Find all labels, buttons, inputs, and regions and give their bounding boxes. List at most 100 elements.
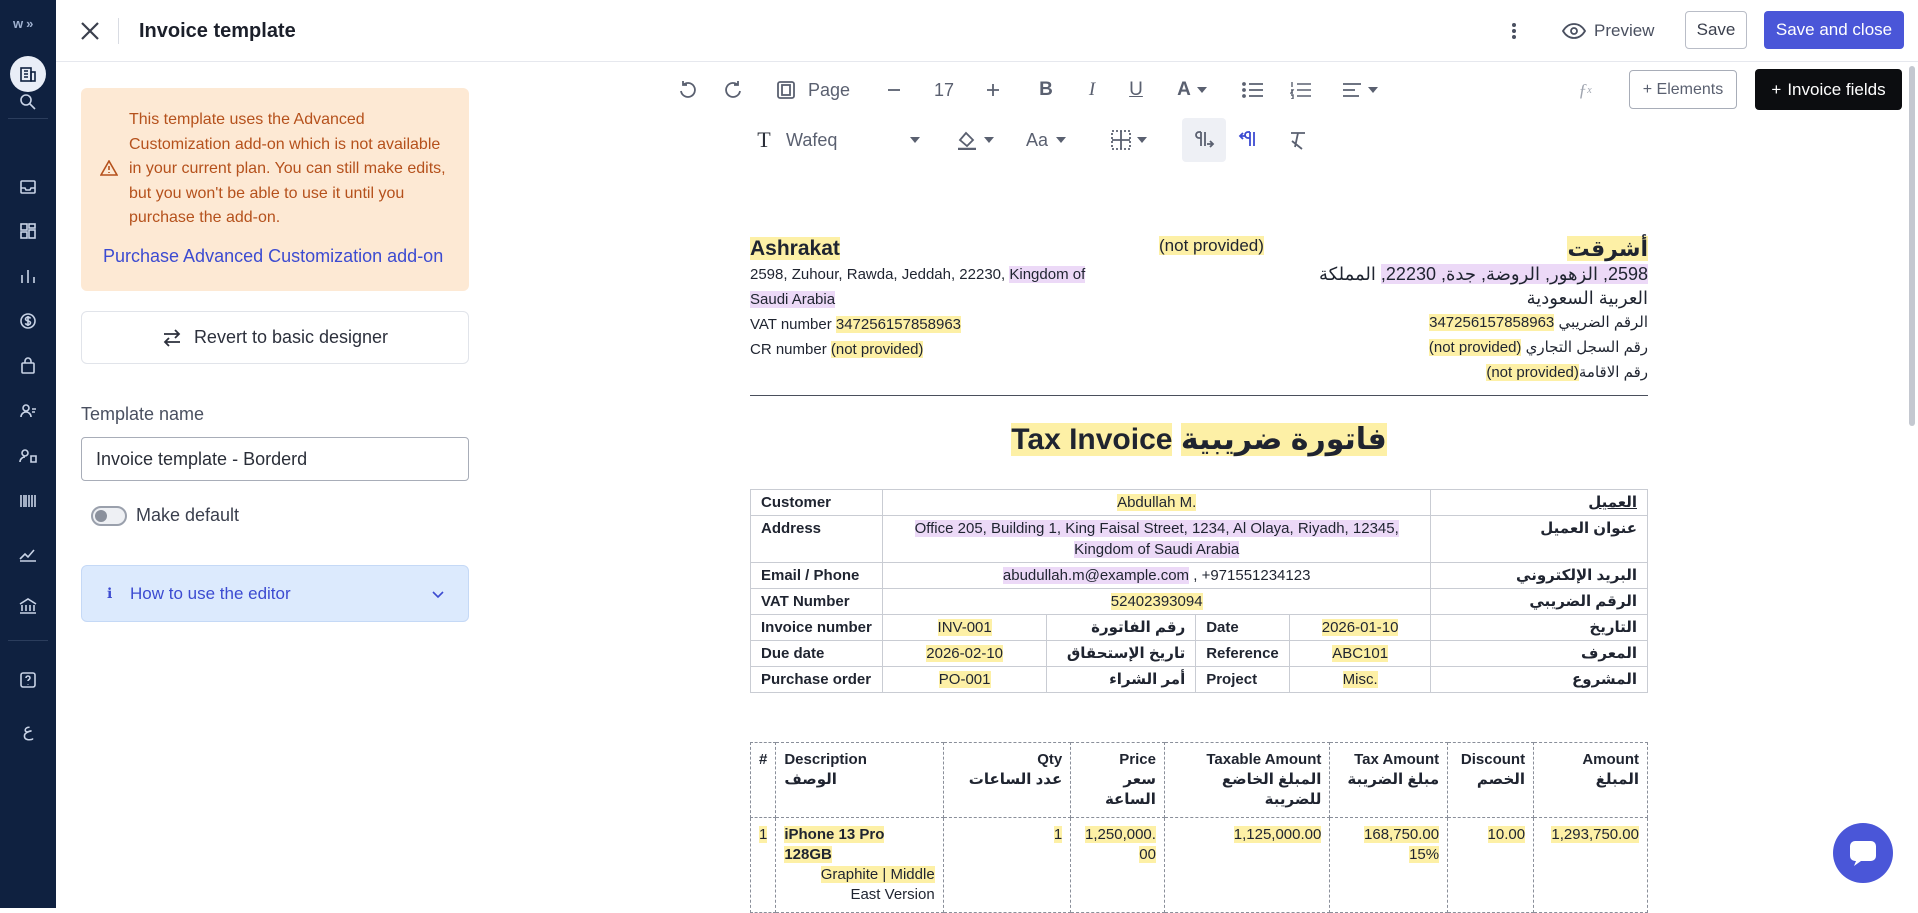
building-icon[interactable] (10, 56, 46, 92)
company-iqama-ar[interactable]: رقم الاقامة(not provided) (1288, 360, 1648, 385)
language-icon[interactable]: ع (16, 718, 40, 742)
rtl-direction-icon[interactable] (1236, 128, 1262, 152)
purchase-addon-link[interactable]: Purchase Advanced Customization add-on (103, 246, 443, 267)
invoice-number-value[interactable]: INV-001 (881, 614, 1048, 641)
company-name-en[interactable]: Ashrakat (750, 237, 840, 260)
email-label-ar: البريد الإلكتروني (1430, 562, 1648, 589)
page-scrollbar[interactable] (1909, 66, 1915, 426)
company-cr-en[interactable]: CR number (not provided) (750, 337, 1110, 362)
customer-value[interactable]: Abdullah M. (881, 489, 1432, 516)
page-icon[interactable] (774, 78, 798, 102)
table-row: Customer Abdullah M. العميل (750, 489, 1648, 516)
font-size-value[interactable]: 17 (934, 78, 954, 102)
project-label-ar: المشروع (1430, 666, 1648, 693)
reference-label: Reference (1195, 640, 1290, 667)
company-address-ar[interactable]: 2598, الزهور, الروضة, جدة, 22230, المملك… (1288, 262, 1648, 310)
date-label: Date (1195, 614, 1290, 641)
company-vat-en[interactable]: VAT number 347256157858963 (750, 312, 1110, 337)
eye-icon (1562, 23, 1586, 39)
address-label-ar: عنوان العميل (1430, 515, 1648, 563)
bold-icon[interactable]: B (1034, 78, 1058, 102)
purchase-order-value[interactable]: PO-001 (881, 666, 1048, 693)
reference-value[interactable]: ABC101 (1288, 640, 1432, 667)
line-items-table: # Description الوصف Qty عدد الساعات Price س… (749, 742, 1648, 913)
swap-arrows-icon (163, 328, 181, 347)
how-to-use-accordion[interactable]: ℹ How to use the editor (81, 565, 469, 622)
company-name-ar[interactable]: أشرقت (1567, 236, 1648, 261)
table-row: Due date 2026-02-10 تاريخ الإستحقاق Refe… (750, 640, 1648, 667)
font-family-select[interactable]: Wafeq (786, 128, 920, 152)
save-and-close-button[interactable]: Save and close (1764, 11, 1904, 49)
table-row[interactable]: 1 iPhone 13 Pro 128GB Graphite | Middle … (749, 817, 1648, 913)
revert-basic-designer-button[interactable]: Revert to basic designer (81, 311, 469, 364)
payroll-icon[interactable] (16, 444, 40, 468)
formula-icon[interactable]: ƒx (1573, 78, 1597, 102)
dashboard-icon[interactable] (16, 219, 40, 243)
due-date-label: Due date (750, 640, 883, 667)
table-header-row: # Description الوصف Qty عدد الساعات Price س… (749, 742, 1648, 818)
customer-label-ar: العميل (1430, 489, 1648, 516)
underline-icon[interactable]: U (1124, 78, 1148, 102)
make-default-label: Make default (136, 505, 240, 525)
clear-format-icon[interactable] (1286, 128, 1310, 152)
date-value[interactable]: 2026-01-10 (1288, 614, 1432, 641)
project-value[interactable]: Misc. (1288, 666, 1432, 693)
save-button[interactable]: Save (1685, 11, 1747, 49)
invoice-title[interactable]: Tax Invoice فاتورة ضريبية (750, 422, 1648, 457)
font-family-icon: T (757, 127, 771, 152)
header-rule (750, 395, 1648, 396)
font-name: Wafeq (786, 129, 838, 150)
vat-value[interactable]: 52402393094 (881, 588, 1432, 615)
template-name-input[interactable] (81, 437, 469, 481)
table-row: Address Office 205, Building 1, King Fai… (750, 515, 1648, 563)
preview-label: Preview (1594, 21, 1655, 40)
contacts-icon[interactable] (16, 399, 40, 423)
due-date-value[interactable]: 2026-02-10 (881, 640, 1048, 667)
highlight-color-icon[interactable] (953, 128, 997, 152)
app-logo[interactable]: w» (10, 12, 33, 33)
company-address-en[interactable]: 2598, Zuhour, Rawda, Jeddah, 22230, King… (750, 262, 1110, 312)
reports-icon[interactable] (16, 264, 40, 288)
table-row: Purchase order PO-001 أمر الشراء Project… (750, 666, 1648, 693)
inbox-icon[interactable] (16, 175, 40, 199)
company-cr-ar[interactable]: رقم السجل التجاري (not provided) (1288, 335, 1648, 360)
bullet-list-icon[interactable] (1240, 78, 1266, 102)
align-icon[interactable] (1338, 78, 1382, 102)
undo-icon[interactable] (676, 78, 700, 102)
help-icon[interactable] (16, 668, 40, 692)
col-tax: Tax Amount مبلغ الضريبة (1329, 742, 1449, 818)
rail-divider (8, 640, 48, 641)
address-value[interactable]: Office 205, Building 1, King Faisal Stre… (881, 515, 1432, 563)
item-description: iPhone 13 Pro 128GB Graphite | Middle Ea… (775, 817, 944, 913)
chat-icon[interactable] (1833, 823, 1893, 883)
decrease-font-icon[interactable] (882, 78, 906, 102)
vat-label: VAT Number (750, 588, 883, 615)
italic-icon[interactable]: I (1080, 78, 1104, 102)
add-elements-button[interactable]: + Elements (1629, 70, 1737, 109)
search-icon[interactable] (16, 90, 40, 114)
email-value[interactable]: abudullah.m@example.com , +971551234123 (881, 562, 1432, 589)
close-icon[interactable] (76, 17, 104, 45)
page-menu[interactable]: Page (808, 78, 850, 102)
text-case-menu[interactable]: Aa (1024, 128, 1068, 152)
redo-icon[interactable] (721, 78, 745, 102)
logo-placeholder[interactable]: (not provided) (1159, 236, 1264, 256)
ltr-direction-icon[interactable] (1182, 118, 1226, 162)
company-vat-ar[interactable]: الرقم الضريبي 347256157858963 (1288, 310, 1648, 335)
make-default-toggle[interactable] (91, 506, 127, 526)
increase-font-icon[interactable] (981, 78, 1005, 102)
invoice-fields-button[interactable]: + Invoice fields (1755, 69, 1902, 110)
shopping-bag-icon[interactable] (16, 354, 40, 378)
more-options-icon[interactable] (1502, 18, 1526, 44)
borders-icon[interactable] (1107, 128, 1151, 152)
email-label: Email / Phone (750, 562, 883, 589)
preview-button[interactable]: Preview (1562, 14, 1654, 48)
numbered-list-icon[interactable] (1288, 78, 1314, 102)
money-icon[interactable] (16, 309, 40, 333)
app-rail: w» ع (0, 0, 56, 908)
bank-icon[interactable] (16, 594, 40, 618)
barcode-icon[interactable] (16, 489, 40, 513)
trend-icon[interactable] (16, 542, 40, 566)
text-color-icon[interactable]: A (1172, 78, 1212, 102)
addon-warning: This template uses the Advanced Customiz… (81, 88, 469, 291)
